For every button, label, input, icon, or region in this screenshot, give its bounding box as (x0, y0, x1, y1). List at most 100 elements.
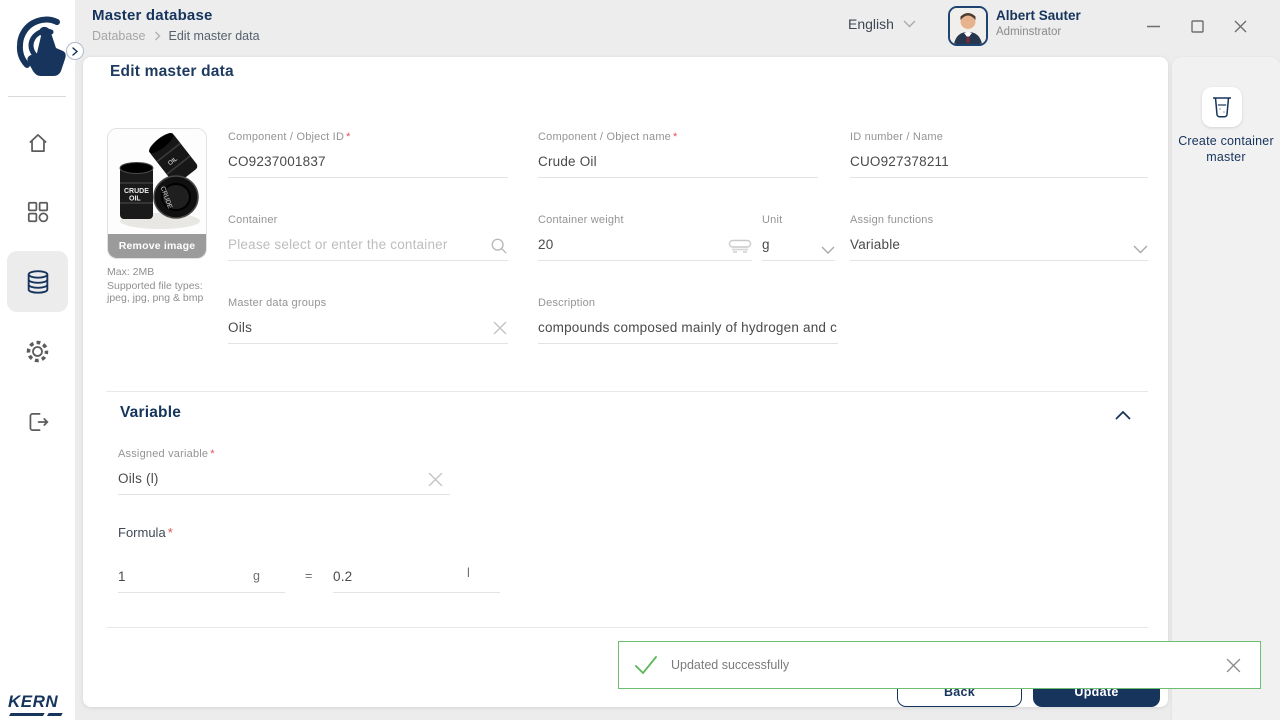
edit-master-data-card: Edit master data OIL CRUDE (83, 57, 1168, 707)
variable-section-title: Variable (120, 404, 181, 422)
footer-divider (106, 627, 1148, 628)
success-check-icon (633, 653, 659, 677)
search-icon[interactable] (490, 237, 508, 260)
create-container-master-button[interactable] (1202, 87, 1242, 127)
right-action-panel: Create container master (1172, 57, 1280, 720)
minimize-icon (1147, 25, 1160, 28)
breadcrumb-parent[interactable]: Database (92, 29, 146, 43)
id-number-label: ID number / Name (850, 131, 943, 143)
master-data-groups-field (228, 319, 508, 347)
component-name-input[interactable] (538, 154, 818, 178)
collapse-section-button[interactable] (1115, 407, 1131, 425)
formula-label: Formula* (118, 525, 173, 540)
logout-icon (25, 409, 51, 435)
description-label: Description (538, 297, 595, 309)
container-beaker-icon (1211, 95, 1233, 119)
id-number-field (850, 153, 1148, 181)
container-label: Container (228, 214, 278, 226)
sidebar: KERN (0, 0, 75, 720)
component-id-input[interactable] (228, 154, 508, 178)
language-selector[interactable]: English (848, 16, 916, 32)
kern-brand-text: KERN (8, 692, 58, 711)
chevron-down-icon (821, 241, 835, 259)
description-field (538, 319, 838, 347)
container-weight-input[interactable] (538, 237, 752, 261)
toast-message: Updated successfully (671, 658, 789, 672)
window-close-button[interactable] (1228, 14, 1252, 38)
component-id-field (228, 153, 508, 181)
product-image-card: OIL CRUDE OIL CRUDE R (107, 128, 207, 259)
chevron-down-icon (903, 20, 916, 28)
sidebar-item-home[interactable] (13, 118, 62, 167)
user-avatar[interactable] (948, 6, 988, 46)
container-weight-label: Container weight (538, 214, 624, 226)
gear-icon (24, 338, 51, 365)
component-name-label: Component / Object name* (538, 131, 678, 143)
sidebar-divider (8, 96, 66, 97)
chevron-up-icon (1115, 410, 1131, 420)
upload-types-note-1: Supported file types: (107, 280, 203, 292)
unit-select[interactable] (762, 236, 835, 264)
formula-right-input[interactable] (333, 569, 500, 593)
component-id-label: Component / Object ID* (228, 131, 351, 143)
top-bar: Master database Database Edit master dat… (75, 0, 1280, 55)
window-maximize-button[interactable] (1185, 14, 1209, 38)
user-name: Albert Sauter (996, 8, 1081, 23)
section-divider (106, 391, 1148, 392)
window-minimize-button[interactable] (1141, 14, 1165, 38)
language-label: English (848, 16, 894, 32)
app-title: Master database (92, 7, 213, 24)
assigned-variable-field (118, 470, 450, 498)
assigned-variable-value[interactable] (118, 471, 450, 495)
database-icon (24, 268, 52, 296)
clear-x-icon[interactable] (427, 471, 444, 493)
breadcrumb-chevron-icon (154, 31, 161, 41)
app-logo-touch-icon (11, 12, 67, 83)
weighing-scale-icon (728, 239, 752, 258)
svg-text:OIL: OIL (129, 196, 141, 203)
chevron-right-icon (71, 47, 79, 56)
formula-right-field (333, 568, 500, 596)
page-title: Edit master data (110, 63, 234, 81)
home-icon (25, 130, 51, 156)
container-weight-field (538, 236, 752, 264)
assign-functions-label: Assign functions (850, 214, 933, 226)
description-input[interactable] (538, 320, 838, 344)
apps-grid-icon (25, 199, 51, 225)
breadcrumb: Database Edit master data (92, 29, 260, 43)
close-icon (1225, 657, 1242, 674)
sidebar-expand-toggle[interactable] (66, 42, 84, 60)
assign-functions-select[interactable] (850, 236, 1148, 264)
master-data-groups-value[interactable] (228, 320, 508, 344)
formula-left-unit: g (253, 569, 260, 583)
breadcrumb-current: Edit master data (169, 29, 260, 43)
sidebar-item-settings[interactable] (13, 327, 62, 376)
remove-image-button[interactable]: Remove image (108, 234, 206, 258)
success-toast: Updated successfully (618, 641, 1261, 689)
container-field (228, 236, 508, 264)
product-image-crude-oil-barrels: OIL CRUDE OIL CRUDE (108, 129, 207, 236)
sidebar-item-database[interactable] (7, 251, 68, 312)
component-name-field (538, 153, 818, 181)
upload-max-note: Max: 2MB (107, 266, 154, 278)
sidebar-item-logout[interactable] (13, 397, 62, 446)
master-data-groups-label: Master data groups (228, 297, 326, 309)
svg-text:CRUDE: CRUDE (124, 188, 149, 195)
clear-x-icon[interactable] (492, 320, 508, 341)
kern-brand-logo: KERN (8, 692, 58, 716)
assign-functions-value[interactable] (850, 237, 1148, 261)
chevron-down-icon (1133, 241, 1148, 259)
container-input[interactable] (228, 237, 508, 261)
user-role: Adminstrator (996, 26, 1061, 38)
sidebar-item-apps[interactable] (13, 187, 62, 236)
create-container-master-label: Create container master (1178, 133, 1274, 165)
maximize-icon (1191, 20, 1204, 33)
upload-types-note-2: jpeg, jpg, png & bmp (107, 292, 203, 304)
formula-equals: = (305, 569, 312, 583)
unit-label: Unit (762, 214, 782, 226)
toast-close-button[interactable] (1225, 657, 1242, 679)
id-number-input[interactable] (850, 154, 1148, 178)
formula-right-unit: l (467, 565, 470, 580)
close-icon (1234, 20, 1247, 33)
assigned-variable-label: Assigned variable* (118, 448, 215, 460)
